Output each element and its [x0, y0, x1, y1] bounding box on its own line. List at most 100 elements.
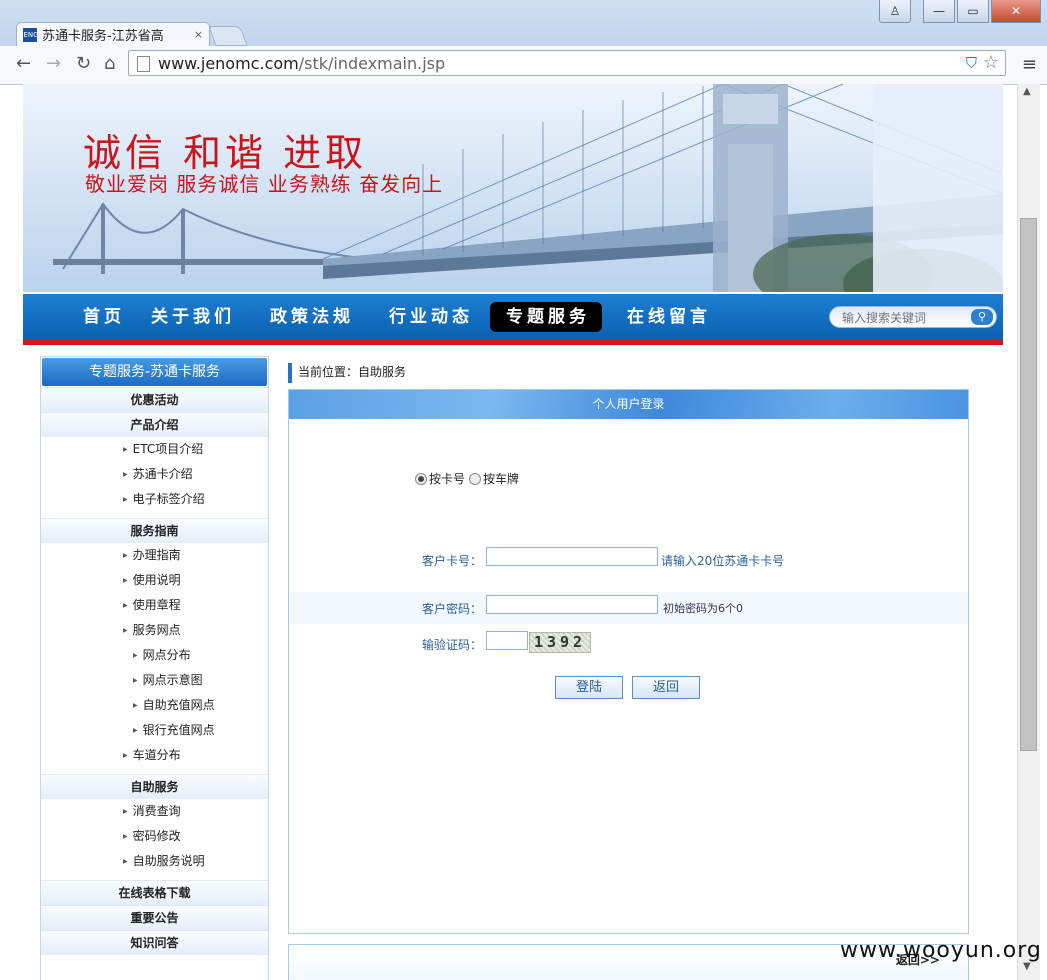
nav-about[interactable]: 关于我们: [151, 302, 235, 332]
sidebar-cat-announcements[interactable]: 重要公告: [41, 905, 268, 930]
arrow-right-icon: ▶: [123, 627, 128, 634]
sidebar-item-label: 使用章程: [132, 598, 181, 612]
arrow-right-icon: ▶: [133, 727, 138, 734]
search-icon[interactable]: ⚲: [971, 309, 993, 325]
banner-slogan-sub: 敬业爱岗 服务诚信 业务熟练 奋发向上: [85, 172, 444, 196]
menu-icon[interactable]: ≡: [1022, 54, 1037, 75]
sidebar-item-self-recharge[interactable]: ▶ 自助充值网点: [41, 693, 268, 718]
captcha-image[interactable]: 1392: [529, 632, 591, 653]
sidebar-item-instructions[interactable]: ▶ 使用说明: [41, 568, 268, 593]
site-search: ⚲: [829, 306, 997, 328]
radio-by-plate-label[interactable]: 按车牌: [483, 470, 519, 487]
sidebar: 专题服务-苏通卡服务 优惠活动 产品介绍 ▶ ETC项目介绍 ▶ 苏通卡介绍 ▶ 电子…: [40, 356, 269, 980]
minimize-button[interactable]: —: [923, 0, 955, 23]
nav-special-service[interactable]: 专题服务: [490, 302, 602, 332]
sidebar-item-label: 使用说明: [132, 573, 181, 587]
nav-industry-news[interactable]: 行业动态: [389, 302, 473, 332]
new-tab-button[interactable]: [208, 26, 248, 46]
login-button[interactable]: 登陆: [555, 676, 623, 699]
sidebar-cat-self-service[interactable]: 自助服务: [41, 774, 268, 799]
sidebar-item-label: 办理指南: [132, 548, 181, 562]
sidebar-item-self-service-help[interactable]: ▶ 自助服务说明: [41, 849, 268, 874]
sidebar-item-label: 密码修改: [132, 829, 181, 843]
sidebar-cat-products[interactable]: 产品介绍: [41, 412, 268, 437]
sidebar-cat-forms[interactable]: 在线表格下载: [41, 880, 268, 905]
radio-by-plate[interactable]: [469, 472, 482, 485]
bookmark-star-icon[interactable]: ☆: [983, 52, 999, 73]
captcha-input[interactable]: [486, 631, 528, 650]
watermark-text: www.wooyun.org: [840, 938, 1042, 963]
maximize-button[interactable]: ▭: [957, 0, 989, 23]
sidebar-item-label: 电子标签介绍: [132, 492, 205, 506]
url-text[interactable]: www.jenomc.com/stk/indexmain.jsp: [158, 54, 445, 73]
sidebar-item-label: ETC项目介绍: [132, 442, 204, 456]
forward-icon[interactable]: →: [46, 53, 61, 74]
arrow-right-icon: ▶: [123, 577, 128, 584]
sidebar-cat-promotions[interactable]: 优惠活动: [41, 387, 268, 412]
window-controls: ♙ — ▭ ✕: [879, 0, 1041, 23]
nav-message[interactable]: 在线留言: [627, 302, 711, 332]
profile-icon[interactable]: ♙: [879, 0, 911, 23]
sidebar-item-label: 网点示意图: [142, 673, 203, 687]
sidebar-header: 专题服务-苏通卡服务: [42, 358, 267, 386]
sidebar-item-label: 自助服务说明: [132, 854, 205, 868]
card-number-input[interactable]: [486, 547, 658, 566]
nav-policy[interactable]: 政策法规: [270, 302, 354, 332]
sidebar-item-service-points[interactable]: ▶ 服务网点: [41, 618, 268, 643]
sidebar-item-sutong-card[interactable]: ▶ 苏通卡介绍: [41, 462, 268, 487]
arrow-right-icon: ▶: [133, 702, 138, 709]
password-label: 客户密码：: [422, 602, 483, 616]
arrow-right-icon: ▶: [123, 446, 128, 453]
browser-toolbar: ← → ↻ ⌂ www.jenomc.com/stk/indexmain.jsp…: [0, 46, 1047, 85]
home-icon[interactable]: ⌂: [104, 53, 115, 74]
sidebar-item-point-map[interactable]: ▶ 网点示意图: [41, 668, 268, 693]
sidebar-item-label: 网点分布: [142, 648, 191, 662]
search-input[interactable]: [840, 309, 972, 327]
arrow-right-icon: ▶: [133, 652, 138, 659]
arrow-right-icon: ▶: [123, 752, 128, 759]
password-input[interactable]: [486, 595, 658, 614]
password-row: 客户密码： 初始密码为6个0: [289, 592, 968, 624]
nav-home[interactable]: 首页: [83, 302, 125, 332]
site-banner: 诚信 和谐 进取 敬业爱岗 服务诚信 业务熟练 奋发向上: [23, 84, 1003, 292]
sidebar-item-bank-recharge[interactable]: ▶ 银行充值网点: [41, 718, 268, 743]
page-icon: [137, 56, 150, 72]
address-bar[interactable]: www.jenomc.com/stk/indexmain.jsp ⛉ ☆: [128, 50, 1006, 76]
login-panel: 个人用户登录 按卡号 按车牌 客户卡号： 请输入20位苏通卡卡号 客户密码： 初…: [288, 389, 969, 934]
arrow-right-icon: ▶: [123, 552, 128, 559]
sidebar-item-e-tag[interactable]: ▶ 电子标签介绍: [41, 487, 268, 512]
back-button[interactable]: 返回: [632, 676, 700, 699]
sidebar-item-point-distribution[interactable]: ▶ 网点分布: [41, 643, 268, 668]
tab-title: 苏通卡服务-江苏省高: [42, 29, 164, 44]
arrow-right-icon: ▶: [123, 602, 128, 609]
browser-tab[interactable]: JENG 苏通卡服务-江苏省高 ×: [16, 22, 210, 46]
sidebar-cat-faq[interactable]: 知识问答: [41, 930, 268, 955]
reload-icon[interactable]: ↻: [76, 53, 91, 74]
login-mode-group: 按卡号 按车牌: [415, 470, 519, 487]
scroll-up-icon[interactable]: ▲: [1023, 86, 1031, 97]
sidebar-item-label: 银行充值网点: [142, 723, 215, 737]
sidebar-item-consumption-query[interactable]: ▶ 消费查询: [41, 799, 268, 824]
favicon-icon: JENG: [21, 27, 39, 42]
url-host: www.jenomc.com: [158, 54, 299, 73]
page-scrollbar[interactable]: ▲ ▼: [1017, 84, 1040, 980]
tab-close-icon[interactable]: ×: [194, 28, 203, 41]
radio-by-card-label[interactable]: 按卡号: [429, 470, 465, 487]
sidebar-item-change-password[interactable]: ▶ 密码修改: [41, 824, 268, 849]
radio-by-card[interactable]: [415, 472, 427, 485]
sidebar-item-label: 车道分布: [132, 748, 181, 762]
shield-icon[interactable]: ⛉: [966, 54, 977, 72]
arrow-right-icon: ▶: [123, 496, 128, 503]
scroll-thumb[interactable]: [1020, 218, 1037, 751]
back-icon[interactable]: ←: [16, 53, 31, 74]
sidebar-item-apply-guide[interactable]: ▶ 办理指南: [41, 543, 268, 568]
sidebar-item-etc[interactable]: ▶ ETC项目介绍: [41, 437, 268, 462]
captcha-label: 输验证码：: [422, 638, 483, 652]
close-window-button[interactable]: ✕: [991, 0, 1041, 23]
breadcrumb: 当前位置：自助服务: [288, 363, 406, 383]
sidebar-item-rules[interactable]: ▶ 使用章程: [41, 593, 268, 618]
sidebar-item-lanes[interactable]: ▶ 车道分布: [41, 743, 268, 768]
arrow-right-icon: ▶: [123, 858, 128, 865]
sidebar-cat-guide[interactable]: 服务指南: [41, 518, 268, 543]
card-number-row: 客户卡号： 请输入20位苏通卡卡号: [289, 544, 968, 576]
